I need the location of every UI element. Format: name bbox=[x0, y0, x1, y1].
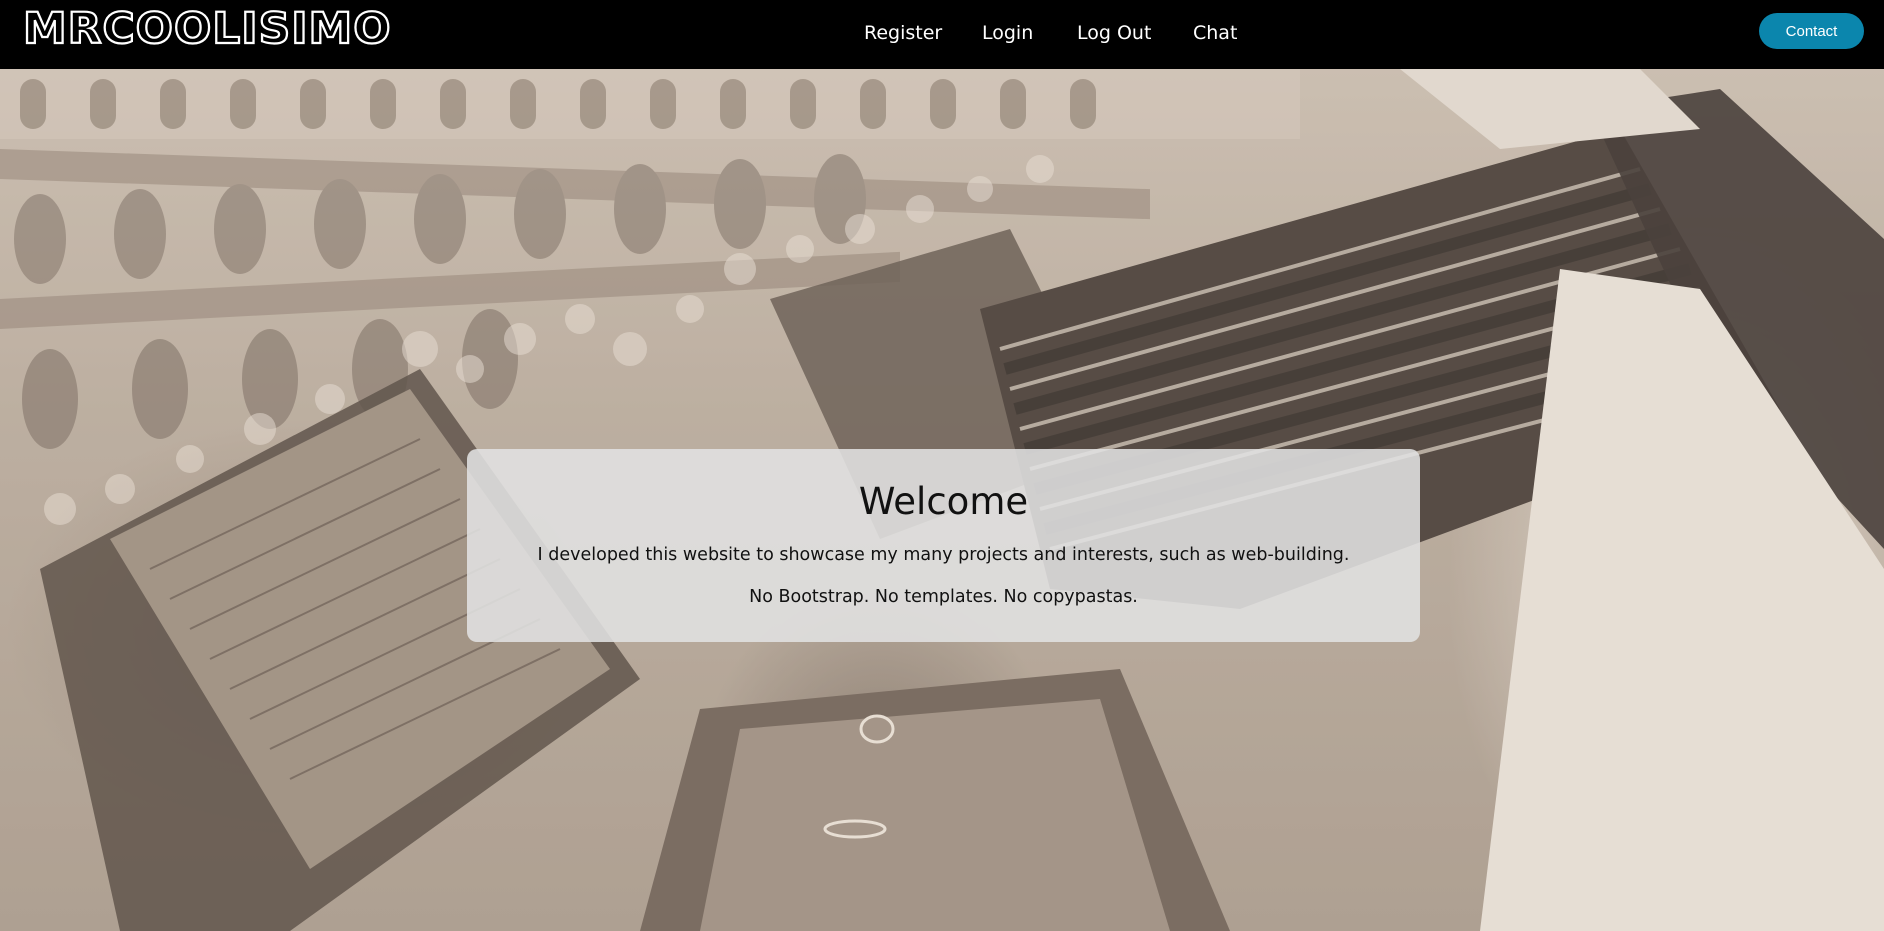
nav-chat-link[interactable]: Chat bbox=[1193, 19, 1237, 47]
site-logo[interactable]: MRCOOLISIMO bbox=[22, 4, 392, 54]
welcome-tagline: No Bootstrap. No templates. No copypasta… bbox=[749, 587, 1138, 607]
page: MRCOOLISIMO Register Login Log Out Chat … bbox=[0, 0, 1884, 931]
welcome-description: I developed this website to showcase my … bbox=[537, 545, 1350, 565]
welcome-title: Welcome bbox=[858, 480, 1029, 523]
nav-login-link[interactable]: Login bbox=[982, 19, 1033, 47]
nav-register-link[interactable]: Register bbox=[864, 19, 942, 47]
contact-button[interactable]: Contact bbox=[1759, 13, 1864, 49]
nav-logout-link[interactable]: Log Out bbox=[1077, 19, 1151, 47]
welcome-card: Welcome I developed this website to show… bbox=[467, 449, 1420, 642]
site-header: MRCOOLISIMO Register Login Log Out Chat … bbox=[0, 0, 1884, 69]
